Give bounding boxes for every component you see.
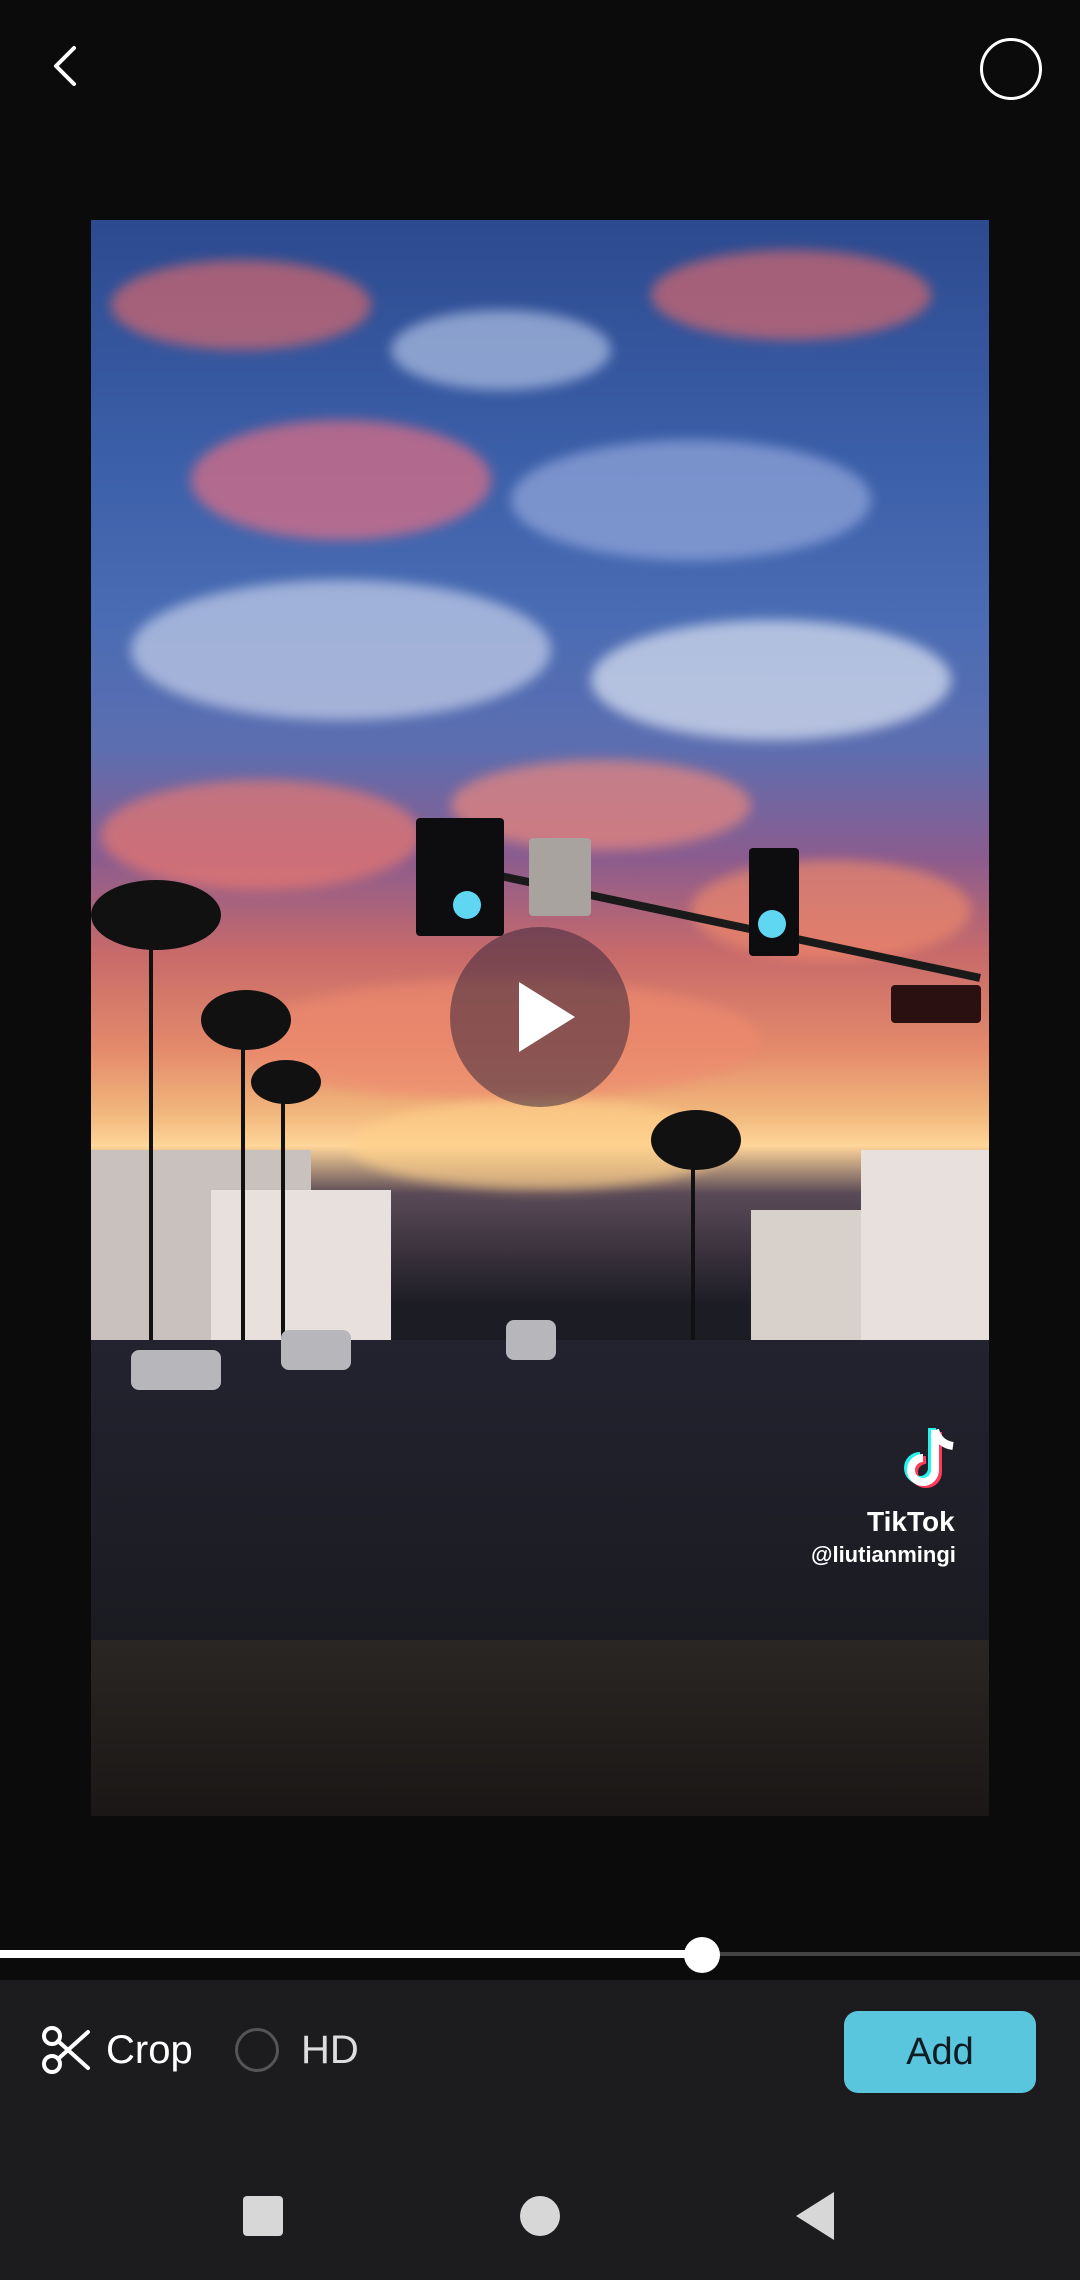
tiktok-username: @liutianmingi [811, 1542, 956, 1567]
play-button[interactable] [450, 927, 630, 1107]
home-circle-icon[interactable] [520, 2196, 560, 2236]
top-bar [0, 0, 1080, 140]
crop-button[interactable]: Crop [40, 2020, 193, 2080]
recents-square-icon[interactable] [243, 2196, 283, 2236]
back-button[interactable] [40, 38, 96, 94]
tiktok-icon [904, 1428, 954, 1488]
select-circle-button[interactable] [980, 38, 1042, 100]
car-dashboard [91, 1640, 989, 1816]
video-preview[interactable]: TikTok @liutianmingi [91, 220, 989, 1816]
video-progress-fill [0, 1950, 702, 1958]
tiktok-brand-text: TikTok [867, 1506, 955, 1537]
add-button[interactable]: Add [844, 2011, 1036, 2093]
video-progress-thumb[interactable] [684, 1937, 720, 1973]
hd-toggle[interactable]: HD [235, 2020, 359, 2080]
hd-label: HD [301, 2027, 359, 2072]
chevron-left-icon [54, 46, 76, 86]
scissors-icon [42, 2026, 90, 2074]
hd-radio[interactable] [235, 2028, 279, 2072]
crop-label: Crop [106, 2027, 193, 2072]
back-triangle-icon[interactable] [796, 2192, 834, 2240]
play-icon [519, 982, 575, 1052]
system-nav-bar [0, 2160, 1080, 2280]
